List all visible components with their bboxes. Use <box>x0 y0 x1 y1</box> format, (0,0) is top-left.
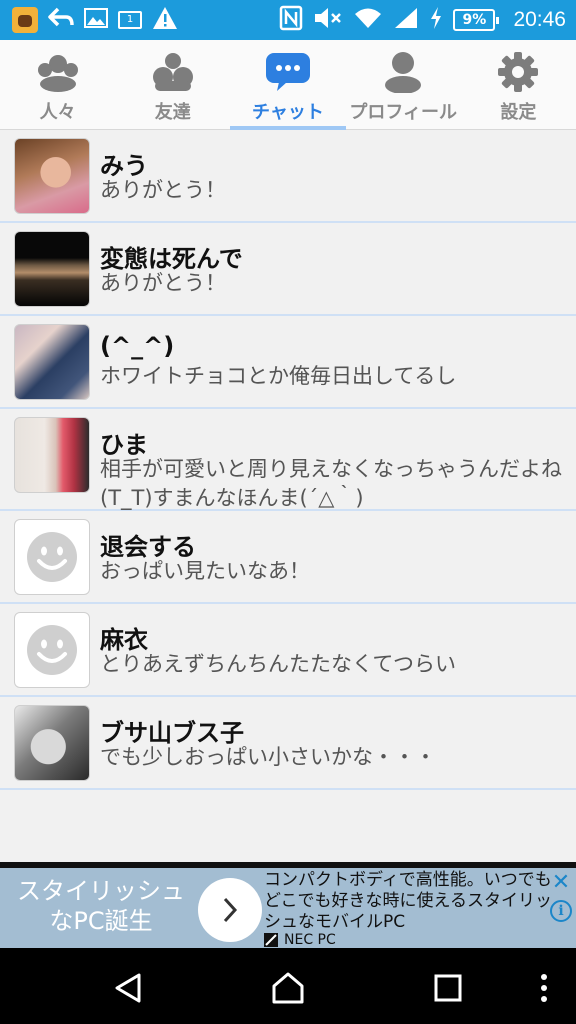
tab-label: 人々 <box>39 102 76 123</box>
tab-label: 設定 <box>500 102 537 123</box>
chat-message: ありがとう！ <box>100 178 226 202</box>
overflow-menu-button[interactable] <box>524 968 564 1008</box>
people-icon <box>33 50 83 94</box>
smiley-icon <box>27 625 77 675</box>
home-icon <box>272 972 304 1004</box>
ad-source: NEC PC <box>264 932 336 948</box>
chat-message: ありがとう！ <box>100 271 226 295</box>
back-arrow-icon <box>48 7 74 34</box>
ad-advertiser: NEC PC <box>284 932 336 948</box>
status-bar-right: 9% 20:46 <box>279 4 566 36</box>
warning-icon <box>152 6 178 34</box>
recent-apps-icon <box>434 974 462 1002</box>
charging-icon <box>429 6 443 34</box>
ad-open-button[interactable] <box>198 878 262 942</box>
avatar <box>14 417 90 493</box>
avatar <box>14 519 90 595</box>
tab-settings[interactable]: 設定 <box>461 40 576 130</box>
back-triangle-icon <box>115 973 141 1003</box>
profile-icon <box>378 50 428 94</box>
tab-label: チャット <box>252 102 324 123</box>
recent-apps-button[interactable] <box>428 968 468 1008</box>
ad-headline: スタイリッシュなPC誕生 <box>17 877 185 935</box>
tab-bar: 人々 友達 チャット プロフィール 設定 <box>0 40 576 130</box>
friends-icon <box>148 50 198 94</box>
chat-name: (^_^) <box>100 332 175 360</box>
chat-row[interactable]: 退会する おっぱい見たいなあ！ <box>0 511 576 604</box>
advertiser-logo-icon <box>264 933 278 947</box>
tab-people[interactable]: 人々 <box>0 40 115 130</box>
chat-bubble-icon <box>263 50 313 94</box>
ad-close-icon[interactable]: ✕ <box>550 872 572 894</box>
gear-icon <box>493 50 543 94</box>
chat-row[interactable]: (^_^) ホワイトチョコとか俺毎日出してるし <box>0 316 576 409</box>
chat-row[interactable]: 麻衣 とりあえずちんちんたたなくてつらい <box>0 604 576 697</box>
sim-icon: 1 <box>118 11 142 29</box>
tab-label: 友達 <box>154 102 191 123</box>
battery-icon: 9% <box>453 9 500 31</box>
tab-friends[interactable]: 友達 <box>115 40 230 130</box>
chat-row[interactable]: ひま 相手が可愛いと周り見えなくなっちゃうんだよね(T_T)すまんなほんま(´△… <box>0 409 576 511</box>
tab-label: プロフィール <box>349 102 457 123</box>
chat-row[interactable]: 変態は死んで ありがとう！ <box>0 223 576 316</box>
chat-message: おっぱい見たいなあ！ <box>100 559 310 583</box>
avatar <box>14 138 90 214</box>
avatar <box>14 231 90 307</box>
chat-message: 相手が可愛いと周り見えなくなっちゃうんだよね(T_T)すまんなほんま(´△｀) <box>100 457 562 510</box>
chat-list: みう ありがとう！ 変態は死んで ありがとう！ (^_^) ホワイトチョコとか俺… <box>0 130 576 790</box>
wifi-icon <box>353 6 383 34</box>
navigation-bar <box>0 948 576 1024</box>
chat-message: でも少しおっぱい小さいかな・・・ <box>100 745 436 769</box>
avatar <box>14 612 90 688</box>
nfc-icon <box>279 5 303 35</box>
back-button[interactable] <box>108 968 148 1008</box>
chevron-right-icon <box>223 897 238 923</box>
signal-icon <box>393 6 419 34</box>
home-button[interactable] <box>268 968 308 1008</box>
status-bar-left: 1 <box>12 4 178 36</box>
image-icon <box>84 7 108 33</box>
smiley-icon <box>27 532 77 582</box>
more-vertical-icon <box>541 974 547 1002</box>
avatar <box>14 705 90 781</box>
app-icon <box>12 7 38 33</box>
chat-message: ホワイトチョコとか俺毎日出してるし <box>100 364 457 388</box>
chat-message: とりあえずちんちんたたなくてつらい <box>100 652 456 676</box>
tab-profile[interactable]: プロフィール <box>346 40 461 130</box>
ad-banner[interactable]: スタイリッシュなPC誕生 コンパクトボディで高性能。いつでもどこでも好きな時に使… <box>0 862 576 948</box>
chat-row[interactable]: みう ありがとう！ <box>0 130 576 223</box>
ad-info-icon[interactable]: i <box>550 900 572 922</box>
status-bar: 1 9% 20:46 <box>0 0 576 40</box>
ad-body: コンパクトボディで高性能。いつでもどこでも好きな時に使えるスタイリッシュなモバイ… <box>264 870 552 932</box>
clock: 20:46 <box>513 8 566 31</box>
chat-row[interactable]: ブサ山ブス子 でも少しおっぱい小さいかな・・・ <box>0 697 576 790</box>
tab-chat[interactable]: チャット <box>230 40 346 130</box>
avatar <box>14 324 90 400</box>
mute-icon <box>313 6 343 34</box>
